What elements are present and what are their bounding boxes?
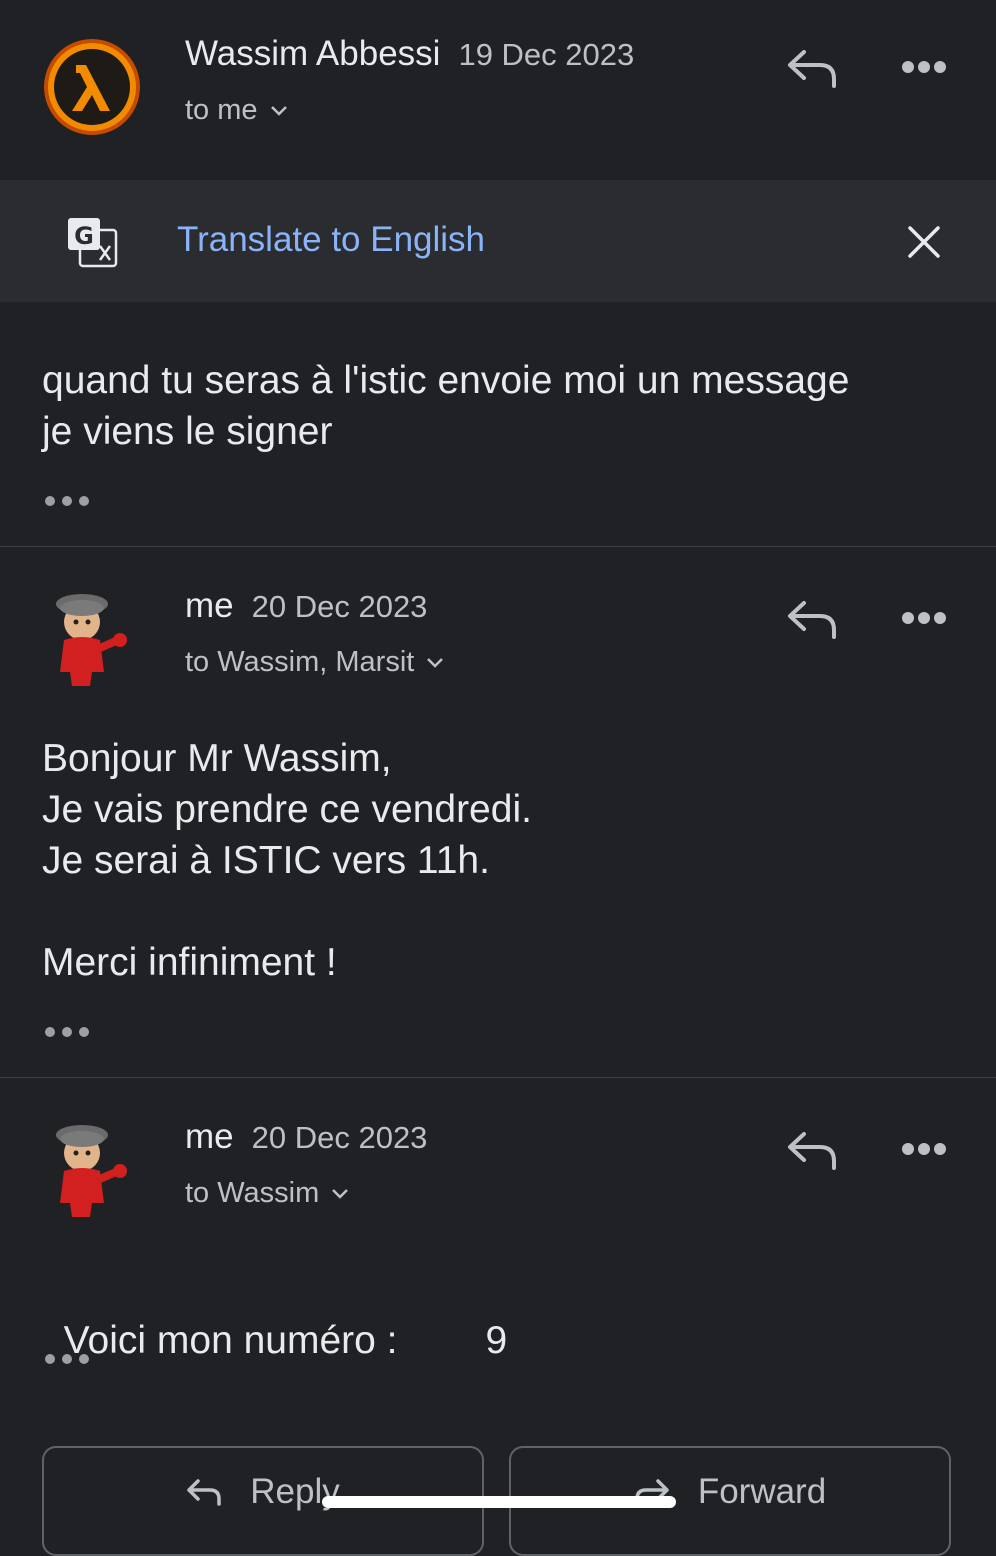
phone-number-fragment: 9 (485, 1319, 508, 1362)
more-options-icon[interactable] (900, 1141, 948, 1157)
reply-icon (187, 1479, 221, 1506)
translate-bar (0, 180, 996, 302)
reply-icon[interactable] (786, 48, 838, 88)
sender-name-text: me (185, 1117, 234, 1156)
message-body-3: Voici mon numéro : 9 (42, 1264, 508, 1366)
lambda-logo-avatar (44, 39, 140, 135)
sender-name: me 20 Dec 2023 (185, 1117, 427, 1157)
message-date: 20 Dec 2023 (251, 1120, 428, 1155)
forward-button-label: Forward (697, 1472, 827, 1511)
show-trimmed-content-icon[interactable] (44, 495, 90, 507)
home-indicator[interactable] (322, 1496, 676, 1508)
show-trimmed-content-icon[interactable] (44, 1353, 90, 1365)
cartoon-avatar (56, 594, 127, 686)
reply-icon[interactable] (786, 599, 838, 639)
close-icon[interactable] (904, 222, 944, 262)
more-options-icon[interactable] (900, 610, 948, 626)
cartoon-avatar (56, 1125, 127, 1217)
translate-link[interactable]: Translate to English (177, 220, 485, 260)
message-body-1: quand tu seras à l'istic envoie moi un m… (42, 359, 850, 453)
translate-icon: G (68, 218, 118, 268)
message-date: 19 Dec 2023 (458, 37, 635, 72)
reply-icon[interactable] (786, 1130, 838, 1170)
show-trimmed-content-icon[interactable] (44, 1026, 90, 1038)
recipients-text: to Wassim, Marsit (185, 646, 415, 678)
more-options-icon[interactable] (900, 59, 948, 75)
recipients-toggle[interactable]: to me (185, 94, 288, 127)
chevron-down-icon (270, 105, 287, 116)
svg-text:G: G (74, 222, 94, 250)
message-divider (0, 1077, 996, 1078)
message-body-2: Bonjour Mr Wassim, Je vais prendre ce ve… (42, 737, 532, 984)
message-divider (0, 546, 996, 547)
sender-name-text: Wassim Abbessi (185, 34, 441, 73)
recipients-toggle[interactable]: to Wassim (185, 1177, 349, 1210)
recipients-text: to me (185, 94, 258, 126)
sender-name-text: me (185, 586, 234, 625)
sender-name: me 20 Dec 2023 (185, 586, 427, 626)
recipients-toggle[interactable]: to Wassim, Marsit (185, 646, 444, 679)
chevron-down-icon (427, 657, 444, 668)
chevron-down-icon (332, 1188, 349, 1199)
recipients-text: to Wassim (185, 1177, 320, 1209)
message-date: 20 Dec 2023 (251, 589, 428, 624)
body-prefix: Voici mon numéro : (63, 1319, 398, 1362)
sender-name: Wassim Abbessi 19 Dec 2023 (185, 34, 634, 74)
